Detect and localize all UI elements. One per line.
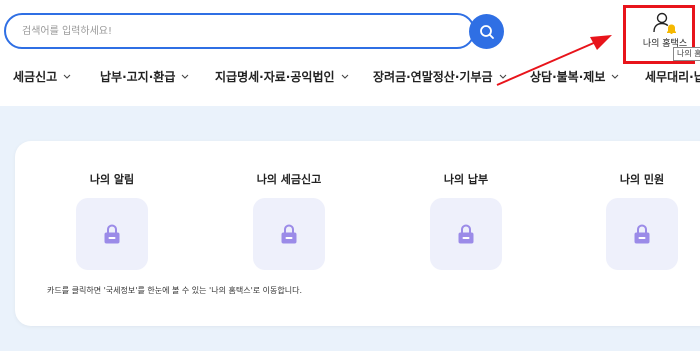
nav-item-consultation[interactable]: 상담·불복·제보 <box>530 68 619 85</box>
search-button[interactable] <box>469 14 504 49</box>
my-hometax-card[interactable]: 나의 알림 나의 세금신고 나의 납부 나의 민원 카드를 클릭하면 '국세정보… <box>15 141 700 326</box>
tile-my-notifications[interactable]: 나의 알림 <box>76 171 148 270</box>
tile-title: 나의 세금신고 <box>256 173 322 186</box>
search-bar <box>4 13 475 49</box>
nav-item-label: 세금신고 <box>13 70 58 84</box>
card-note: 카드를 클릭하면 '국세정보'를 한눈에 볼 수 있는 '나의 홈택스'로 이동… <box>47 286 303 295</box>
chevron-down-icon <box>181 74 189 79</box>
tile-my-civil-petition[interactable]: 나의 민원 <box>606 171 678 270</box>
tile-lock-box <box>430 198 502 270</box>
lock-icon <box>634 224 650 244</box>
tile-lock-box <box>76 198 148 270</box>
tile-title: 나의 납부 <box>443 173 489 186</box>
tile-title: 나의 알림 <box>89 173 135 186</box>
user-bell-icon <box>653 12 676 34</box>
chevron-down-icon <box>341 74 348 79</box>
tile-title: 나의 민원 <box>619 173 665 186</box>
nav-item-label: 납부·고지·환급 <box>100 70 176 84</box>
nav-item-incentives[interactable]: 장려금·연말정산·기부금 <box>373 68 507 85</box>
search-input[interactable] <box>6 15 473 47</box>
nav-item-label: 상담·불복·제보 <box>530 70 606 84</box>
chevron-down-icon <box>611 74 619 79</box>
tile-lock-box <box>253 198 325 270</box>
tile-my-tax-filing[interactable]: 나의 세금신고 <box>253 171 325 270</box>
chevron-down-icon <box>63 74 71 79</box>
nav-item-label: 세무대리·납 <box>645 70 700 84</box>
tile-lock-box <box>606 198 678 270</box>
chevron-down-icon <box>499 74 506 79</box>
nav-item-tax-filing[interactable]: 세금신고 <box>13 68 71 85</box>
lock-icon <box>281 224 297 244</box>
nav-item-label: 장려금·연말정산·기부금 <box>373 70 493 84</box>
nav-item-tax-agent[interactable]: 세무대리·납 <box>645 68 700 85</box>
nav-item-payment[interactable]: 납부·고지·환급 <box>100 68 189 85</box>
lock-icon <box>104 224 120 244</box>
search-icon <box>479 24 494 39</box>
nav-item-label: 지급명세·자료·공익법인 <box>215 70 335 84</box>
main-nav: 세금신고 납부·고지·환급 지급명세·자료·공익법인 장려금·연말정산·기부금 … <box>0 64 700 92</box>
lock-icon <box>458 224 474 244</box>
nav-item-statements[interactable]: 지급명세·자료·공익법인 <box>215 68 349 85</box>
tile-my-payment[interactable]: 나의 납부 <box>430 171 502 270</box>
tooltip: 나의 홈 <box>673 47 700 61</box>
